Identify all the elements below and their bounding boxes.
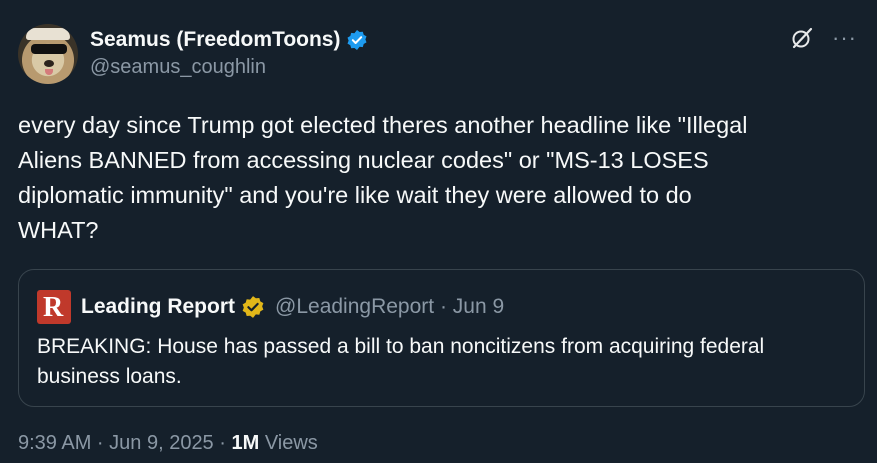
- more-options-icon[interactable]: ···: [832, 27, 857, 49]
- author-display-name[interactable]: Seamus (FreedomToons): [90, 28, 340, 52]
- quoted-tweet-text: BREAKING: House has passed a bill to ban…: [37, 335, 765, 388]
- grok-icon[interactable]: [790, 26, 814, 50]
- avatar-hat: [26, 28, 70, 40]
- tweet-text: every day since Trump got elected theres…: [18, 112, 748, 243]
- tweet-actions: ···: [790, 26, 857, 50]
- author-names: Seamus (FreedomToons) @seamus_coughlin: [90, 28, 368, 79]
- views-label: Views: [259, 432, 318, 454]
- tweet-timestamp[interactable]: 9:39 AM · Jun 9, 2025 ·: [18, 432, 231, 454]
- quoted-display-name[interactable]: Leading Report: [81, 295, 235, 319]
- verified-badge-icon[interactable]: [346, 29, 368, 51]
- tweet-header: Seamus (FreedomToons) @seamus_coughlin ·…: [18, 24, 859, 88]
- quoted-tweet-header: R Leading Report @LeadingReport · Jun 9: [37, 290, 504, 324]
- avatar-nose: [44, 60, 54, 67]
- author-avatar[interactable]: [18, 24, 78, 84]
- avatar-tongue: [45, 69, 53, 75]
- tweet-meta: 9:39 AM · Jun 9, 2025 · 1M Views: [18, 432, 318, 455]
- gold-verified-badge-icon[interactable]: [241, 295, 265, 319]
- logo-letter: R: [43, 292, 64, 323]
- views-count: 1M: [231, 432, 260, 454]
- quoted-handle-date[interactable]: @LeadingReport · Jun 9: [275, 295, 504, 319]
- quoted-tweet[interactable]: R Leading Report @LeadingReport · Jun 9 …: [18, 269, 865, 407]
- avatar-glasses: [31, 44, 67, 54]
- author-handle[interactable]: @seamus_coughlin: [90, 56, 368, 79]
- author-name-row: Seamus (FreedomToons): [90, 28, 368, 52]
- leading-report-logo[interactable]: R: [37, 290, 71, 324]
